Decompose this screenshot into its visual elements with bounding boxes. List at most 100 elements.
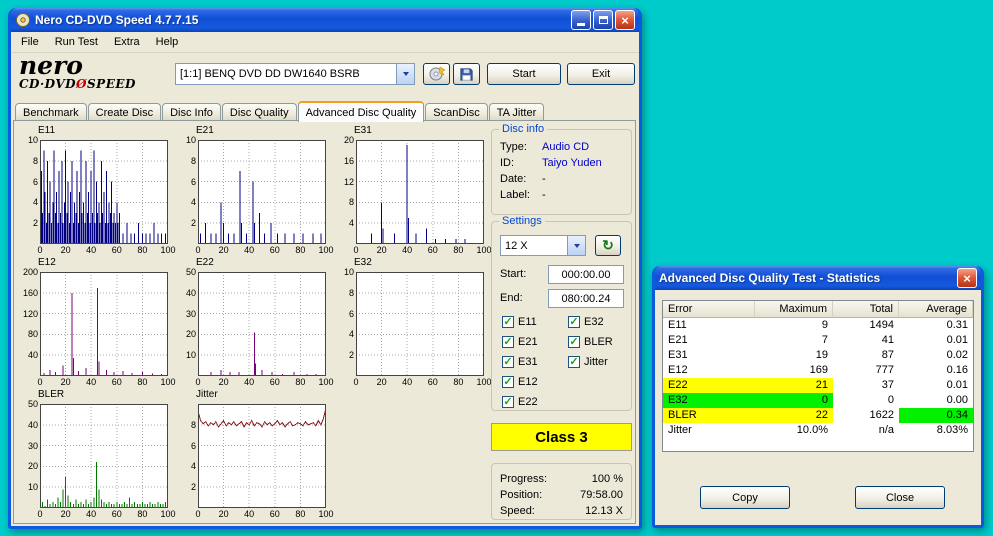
start-button[interactable]: Start [487,63,561,85]
menu-run-test[interactable]: Run Test [47,34,106,50]
stats-cell-total: 37 [833,378,899,393]
close-icon: × [963,271,971,286]
tab-benchmark[interactable]: Benchmark [15,103,87,121]
stats-row[interactable]: E32000.00 [663,393,973,408]
stats-cell-error: BLER [663,408,755,423]
chevron-down-icon [403,72,409,76]
tab-scandisc[interactable]: ScanDisc [425,103,487,121]
checkbox-label: BLER [584,336,613,348]
stats-row[interactable]: Jitter10.0%n/a8.03% [663,423,973,438]
checkbox-bler[interactable]: ✓ BLER [568,332,613,352]
stats-row[interactable]: E2221370.01 [663,378,973,393]
x-axis-tick: 20 [57,377,75,387]
stats-cell-error: E22 [663,378,755,393]
stats-close-button[interactable]: × [957,268,977,288]
menu-file[interactable]: File [13,34,47,50]
chart-jitter: Jitter2468020406080100 [178,391,334,521]
chart-title: E32 [354,257,372,268]
drive-select-arrow[interactable] [396,64,414,84]
x-axis-tick: 0 [31,509,49,519]
start-time-field[interactable]: 000:00.00 [548,265,624,284]
checkbox-e22[interactable]: ✓E22 [502,392,538,412]
copy-button[interactable]: Copy [700,486,790,509]
stats-col-maximum[interactable]: Maximum [755,301,833,318]
stats-cell-error: E31 [663,348,755,363]
stats-row[interactable]: E11914940.31 [663,318,973,333]
stats-cell-average: 0.00 [899,393,973,408]
x-axis-tick: 20 [57,509,75,519]
stats-row[interactable]: E121697770.16 [663,363,973,378]
drive-select[interactable]: [1:1] BENQ DVD DD DW1640 BSRB [175,63,415,85]
y-axis-tick: 30 [20,441,38,451]
checkbox-jitter[interactable]: ✓Jitter [568,352,613,372]
checkbox-e11[interactable]: ✓E11 [502,312,538,332]
app-icon [15,12,31,28]
stats-cell-error: Jitter [663,423,755,438]
speed-select-arrow[interactable] [567,236,585,255]
y-axis-tick: 8 [178,420,196,430]
checkbox-e12[interactable]: ✓E12 [502,372,538,392]
x-axis-tick: 80 [133,245,151,255]
stats-col-error[interactable]: Error [663,301,755,318]
menu-help[interactable]: Help [148,34,187,50]
exit-button[interactable]: Exit [567,63,635,85]
disc-info-row: Date:- [500,173,631,185]
stats-cell-average: 0.01 [899,378,973,393]
tab-disc-info[interactable]: Disc Info [162,103,221,121]
close-button[interactable]: × [615,10,635,30]
tab-create-disc[interactable]: Create Disc [88,103,161,121]
chart-e31: E3148121620020406080100 [336,127,492,257]
x-axis-tick: 20 [373,377,391,387]
field-label: ID: [500,157,542,169]
tab-strip: BenchmarkCreate DiscDisc InfoDisc Qualit… [15,100,545,121]
stats-cell-average: 0.31 [899,318,973,333]
checkbox-e32[interactable]: ✓E32 [568,312,613,332]
minimize-button[interactable] [571,10,591,30]
tab-disc-quality[interactable]: Disc Quality [222,103,297,121]
x-axis-tick: 20 [215,509,233,519]
main-window-body: FileRun TestExtraHelp nero CD·DVDØSPEED … [11,32,639,526]
stats-close-button-bottom[interactable]: Close [855,486,945,509]
x-axis-tick: 100 [159,245,177,255]
menu-extra[interactable]: Extra [106,34,148,50]
maximize-button[interactable] [593,10,613,30]
checkbox-e21[interactable]: ✓ E21 [502,332,538,352]
refresh-button[interactable]: ↻ [595,235,621,256]
progress-group: Progress:100 %Position:79:58.00Speed:12.… [491,463,632,520]
stats-row[interactable]: BLER2216220.34 [663,408,973,423]
disc-info-row: Type:Audio CD [500,141,631,153]
x-axis-tick: 100 [317,377,335,387]
disc-info-button[interactable] [423,63,450,85]
speed-select[interactable]: 12 X [500,235,586,256]
stats-row[interactable]: E217410.01 [663,333,973,348]
chart-title: BLER [38,389,64,400]
main-titlebar[interactable]: Nero CD-DVD Speed 4.7.7.15 × [11,8,639,32]
stats-row[interactable]: E3119870.02 [663,348,973,363]
tab-advanced-disc-quality[interactable]: Advanced Disc Quality [298,101,425,122]
checkmark-icon: ✓ [502,336,514,348]
stats-col-average[interactable]: Average [899,301,973,318]
y-axis-tick: 4 [336,218,354,228]
field-value: - [542,189,546,201]
stats-titlebar[interactable]: Advanced Disc Quality Test - Statistics … [655,266,981,290]
disc-info-title: Disc info [499,123,547,135]
x-axis-tick: 0 [31,245,49,255]
save-results-button[interactable] [453,63,480,85]
menu-bar: FileRun TestExtraHelp [11,32,639,53]
x-axis-tick: 20 [215,377,233,387]
checkmark-icon: ✓ [568,336,580,348]
end-time-field[interactable]: 080:00.24 [548,289,624,308]
y-axis-tick: 40 [178,288,196,298]
checkbox-label: E21 [518,336,538,348]
y-axis-tick: 10 [336,267,354,277]
y-axis-tick: 6 [336,309,354,319]
y-axis-tick: 50 [20,399,38,409]
stats-cell-average: 8.03% [899,423,973,438]
checkmark-icon: ✓ [568,316,580,328]
checkbox-e31[interactable]: ✓E31 [502,352,538,372]
refresh-icon: ↻ [602,237,614,254]
x-axis-tick: 100 [159,509,177,519]
stats-cell-average: 0.16 [899,363,973,378]
stats-col-total[interactable]: Total [833,301,899,318]
tab-ta-jitter[interactable]: TA Jitter [489,103,545,121]
